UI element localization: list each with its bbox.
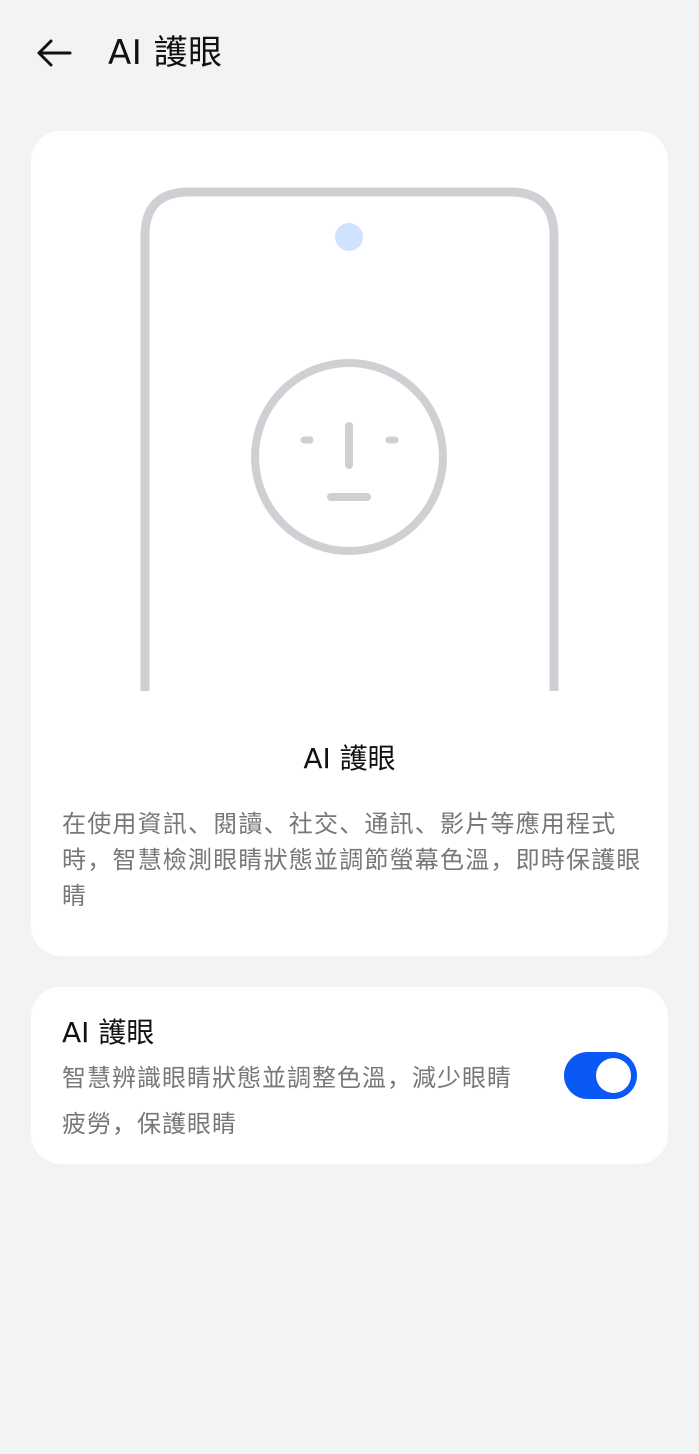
arrow-left-icon (37, 39, 72, 67)
hero-description: 在使用資訊、閱讀、社交、通訊、影片等應用程式時，智慧檢測眼睛狀態並調節螢幕色溫，… (62, 810, 642, 910)
hero-title: AI 護眼 (303, 742, 396, 775)
setting-description: 智慧辨識眼睛狀態並調整色溫，減少眼睛疲勞，保護眼睛 (62, 1064, 512, 1138)
ai-eye-care-toggle[interactable] (564, 1052, 637, 1099)
app-header: AI 護眼 (0, 0, 699, 106)
setting-title: AI 護眼 (62, 1016, 155, 1049)
front-camera-dot (335, 223, 363, 251)
back-button[interactable] (26, 28, 82, 78)
toggle-knob (596, 1058, 631, 1093)
page-title: AI 護眼 (108, 33, 223, 73)
eye-care-illustration (140, 187, 559, 691)
